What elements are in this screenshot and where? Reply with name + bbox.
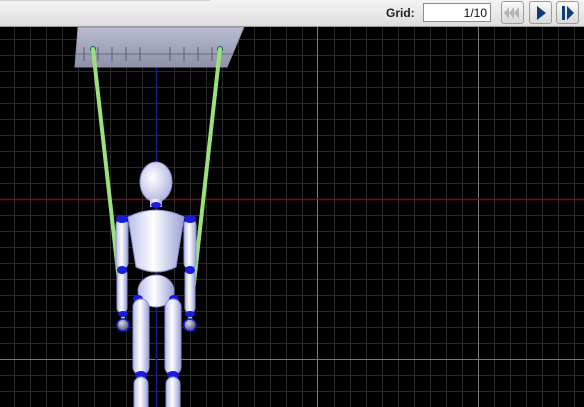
left-thigh[interactable] <box>132 298 150 376</box>
left-shin[interactable] <box>133 376 149 407</box>
puppet-torso[interactable] <box>127 209 185 273</box>
right-shoulder-joint[interactable] <box>184 215 196 223</box>
3d-viewport[interactable] <box>0 27 584 407</box>
step-forward-button[interactable] <box>556 1 579 24</box>
viewport-background <box>0 27 584 407</box>
left-forearm[interactable] <box>116 268 128 314</box>
toolbar-edge <box>0 0 210 1</box>
left-hand[interactable] <box>116 318 130 332</box>
left-upper-arm[interactable] <box>115 218 129 270</box>
puppet-editor-window: Grid: <box>0 0 584 407</box>
rewind-button[interactable] <box>501 1 524 24</box>
toolbar: Grid: <box>0 0 584 27</box>
neck-joint[interactable] <box>151 202 161 208</box>
right-wrist-joint[interactable] <box>185 311 195 317</box>
rewind-icon <box>504 6 519 19</box>
right-upper-arm[interactable] <box>183 218 197 270</box>
left-shoulder-joint[interactable] <box>116 215 128 223</box>
step-forward-icon <box>561 5 574 20</box>
right-thigh[interactable] <box>164 298 182 376</box>
play-button[interactable] <box>529 1 552 24</box>
left-elbow-joint[interactable] <box>117 266 127 274</box>
play-icon <box>536 5 546 20</box>
grid-label: Grid: <box>386 6 415 20</box>
right-hand[interactable] <box>183 318 197 332</box>
left-wrist-joint[interactable] <box>118 311 128 317</box>
grid-size-input[interactable] <box>423 3 491 22</box>
right-forearm[interactable] <box>184 268 196 314</box>
right-shin[interactable] <box>165 376 181 407</box>
right-elbow-joint[interactable] <box>185 266 195 274</box>
puppet-head[interactable] <box>139 161 173 203</box>
